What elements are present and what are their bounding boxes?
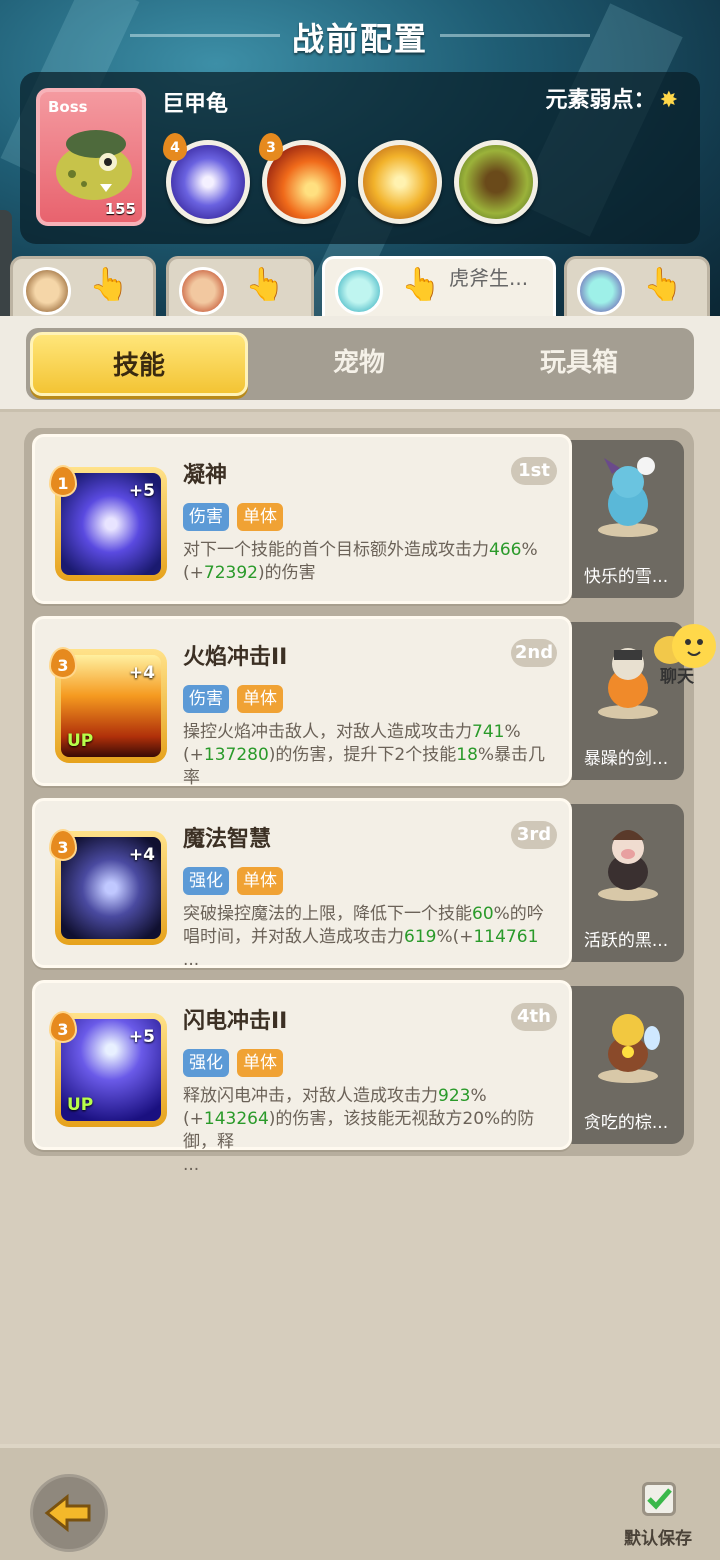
team-tab-2[interactable]: 👆 xyxy=(166,256,314,320)
tag-single-target: 单体 xyxy=(237,685,283,713)
tap-hand-icon: 👆 xyxy=(245,265,285,303)
default-save-label: 默认保存 xyxy=(624,1529,692,1549)
upgrade-indicator: UP xyxy=(67,731,94,751)
skill-name: 魔法智慧 xyxy=(183,827,272,852)
weakness-label: 元素弱点： xyxy=(545,88,656,113)
boss-info-panel: Boss 155 巨甲龟 元素弱点： ✸ 4 3 xyxy=(20,72,700,244)
pet-name: 活跃的黑... xyxy=(583,931,669,951)
tag-single-target: 单体 xyxy=(237,1049,283,1077)
avatar xyxy=(23,267,71,315)
skill-name: 闪电冲击II xyxy=(183,1009,288,1034)
default-save-checkbox[interactable] xyxy=(642,1482,676,1516)
boss-portrait-card[interactable]: Boss 155 xyxy=(36,88,146,226)
pet-card[interactable]: 贪吃的棕... xyxy=(568,986,684,1144)
tab-toybox[interactable]: 玩具箱 xyxy=(470,332,688,396)
category-tab-area: 技能 宠物 玩具箱 xyxy=(0,316,720,412)
tag-buff: 强化 xyxy=(183,867,229,895)
skill-card[interactable]: +5 1 凝神 1st 伤害 单体 对下一个技能的首个目标额外造成攻击力466%… xyxy=(32,434,572,604)
boss-badge: Boss xyxy=(48,98,88,116)
skill-level-badge: 3 xyxy=(49,829,77,861)
boss-name: 巨甲龟 xyxy=(162,92,229,117)
skill-row[interactable]: 活跃的黑... +4 3 魔法智慧 3rd 强化 单体 突破操控魔法的上限，降低… xyxy=(32,798,684,970)
pet-name: 贪吃的棕... xyxy=(583,1113,669,1133)
skill-level-badge: 3 xyxy=(49,647,77,679)
skill-level-badge: 4 xyxy=(163,133,187,161)
bottom-bar: 默认保存 xyxy=(0,1444,720,1560)
tag-single-target: 单体 xyxy=(237,867,283,895)
skill-card[interactable]: +4 UP 3 火焰冲击II 2nd 伤害 单体 操控火焰冲击敌人，对敌人造成攻… xyxy=(32,616,572,811)
back-button[interactable] xyxy=(30,1474,108,1552)
tag-damage: 伤害 xyxy=(183,503,229,531)
skill-level-badge: 3 xyxy=(259,133,283,161)
pet-card[interactable]: 快乐的雪... xyxy=(568,440,684,598)
avatar xyxy=(179,267,227,315)
skill-order-badge: 1st xyxy=(511,457,557,485)
pet-name: 暴躁的剑... xyxy=(583,749,669,769)
chat-label[interactable]: 聊天 xyxy=(660,662,694,687)
tap-hand-icon: 👆 xyxy=(401,265,441,303)
star-icon: ✸ xyxy=(659,88,678,113)
skill-plus: +4 xyxy=(128,663,155,683)
skill-order-badge: 2nd xyxy=(511,639,557,667)
skill-plus: +5 xyxy=(128,1027,155,1047)
skill-order-badge: 3rd xyxy=(511,821,557,849)
skill-description: 对下一个技能的首个目标额外造成攻击力466%(+72392)的伤害 xyxy=(183,540,538,583)
element-weakness: 元素弱点： ✸ xyxy=(546,82,678,114)
page-title: 战前配置 xyxy=(291,20,428,58)
skill-name: 凝神 xyxy=(183,463,228,488)
team-tab-3[interactable]: 👆 虎斧生... xyxy=(322,256,556,320)
skill-name: 火焰冲击II xyxy=(183,645,288,670)
pet-boar-figure-icon xyxy=(598,830,658,901)
skill-card[interactable]: +4 3 魔法智慧 3rd 强化 单体 突破操控魔法的上限，降低下一个技能60%… xyxy=(32,798,572,970)
skill-order-badge: 4th xyxy=(511,1003,557,1031)
team-member-name: 虎斧生... xyxy=(449,266,529,290)
checkmark-icon xyxy=(647,1488,672,1510)
skill-description: 释放闪电冲击，对敌人造成攻击力923%(+143264)的伤害，该技能无视敌方2… xyxy=(183,1086,535,1175)
tap-hand-icon: 👆 xyxy=(89,265,129,303)
tag-damage: 伤害 xyxy=(183,685,229,713)
pet-bee-figure-icon xyxy=(598,1014,660,1083)
category-tabs: 技能 宠物 玩具箱 xyxy=(26,328,694,400)
skill-level-badge: 3 xyxy=(49,1011,77,1043)
tab-pets[interactable]: 宠物 xyxy=(250,332,468,396)
tap-hand-icon: 👆 xyxy=(643,265,683,303)
tag-buff: 强化 xyxy=(183,1049,229,1077)
boss-level: 155 xyxy=(104,200,136,218)
pet-snow-figure-icon xyxy=(598,457,658,537)
turtle-boss-icon xyxy=(56,130,132,200)
avatar xyxy=(335,267,383,315)
upgrade-indicator: UP xyxy=(67,1095,94,1115)
skill-plus: +4 xyxy=(128,845,155,865)
skill-level-badge: 1 xyxy=(49,465,77,497)
skill-description: 突破操控魔法的上限，降低下一个技能60%的吟唱时间，并对敌人造成攻击力619%(… xyxy=(183,904,544,970)
dark-shadow-icon[interactable] xyxy=(454,140,538,224)
back-arrow-icon xyxy=(44,1493,91,1533)
skill-row[interactable]: 暴躁的剑... +4 UP 3 火焰冲击II 2nd 伤害 单体 操控火焰冲击敌… xyxy=(32,616,684,811)
pet-name: 快乐的雪... xyxy=(583,567,669,587)
team-tab-1[interactable]: 👆 xyxy=(10,256,156,320)
golden-crown-icon[interactable] xyxy=(358,140,442,224)
skill-card[interactable]: +5 UP 3 闪电冲击II 4th 强化 单体 释放闪电冲击，对敌人造成攻击力… xyxy=(32,980,572,1175)
battle-scene-background: 战前配置 Boss 155 巨甲龟 元素弱点： ✸ 4 3 👆 👆 👆 虎斧生.… xyxy=(0,0,720,320)
team-tab-4[interactable]: 👆 xyxy=(564,256,710,320)
skill-row[interactable]: 贪吃的棕... +5 UP 3 闪电冲击II 4th 强化 单体 释放闪电冲击，… xyxy=(32,980,684,1175)
fire-wave-icon[interactable]: 3 xyxy=(259,133,346,224)
avatar xyxy=(577,267,625,315)
skill-list: 快乐的雪... +5 1 凝神 1st 伤害 单体 对下一个技能的首个目标额外造… xyxy=(24,428,694,1175)
skill-row[interactable]: 快乐的雪... +5 1 凝神 1st 伤害 单体 对下一个技能的首个目标额外造… xyxy=(32,434,684,604)
tag-single-target: 单体 xyxy=(237,503,283,531)
skill-plus: +5 xyxy=(128,481,155,501)
pet-card[interactable]: 活跃的黑... xyxy=(568,804,684,962)
purple-swirl-icon[interactable]: 4 xyxy=(163,133,250,224)
tab-skills[interactable]: 技能 xyxy=(30,332,248,396)
